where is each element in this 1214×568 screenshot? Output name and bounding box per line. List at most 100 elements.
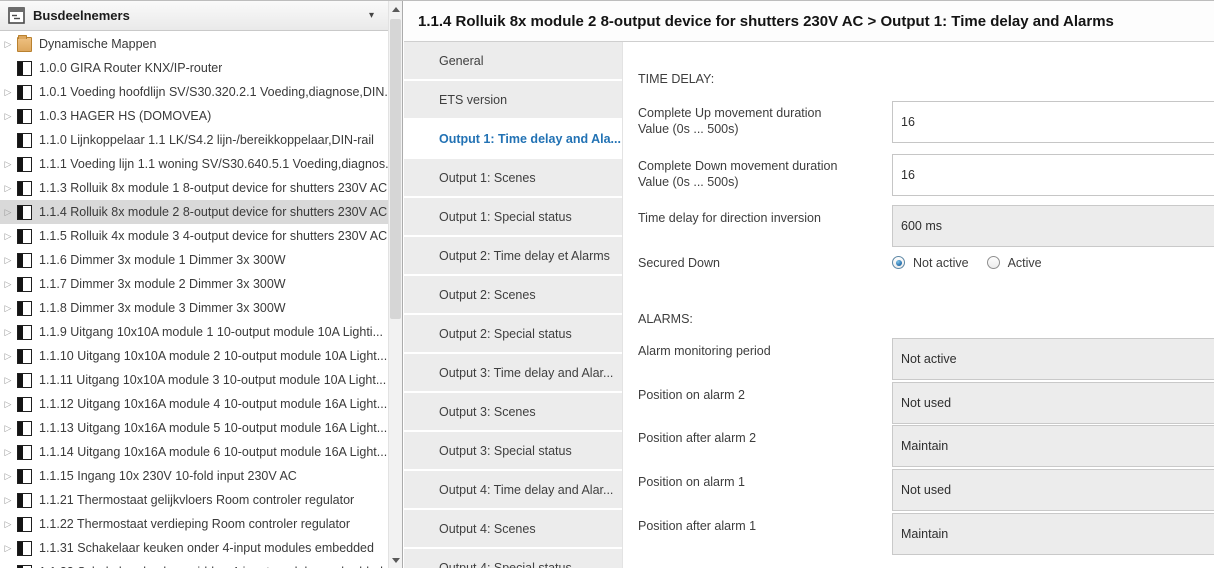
tab-label: Output 1: Scenes <box>439 171 536 185</box>
radio-active[interactable]: Active <box>987 256 1042 270</box>
tree-item-label: 1.1.6 Dimmer 3x module 1 Dimmer 3x 300W <box>39 253 286 267</box>
tree-item[interactable]: ▷ 1.1.9 Uitgang 10x10A module 1 10-outpu… <box>0 320 388 344</box>
device-tree: ▷ Dynamische Mappen ▷ 1.0.0 GIRA Router … <box>0 32 388 568</box>
tree-item-label: 1.1.8 Dimmer 3x module 3 Dimmer 3x 300W <box>39 301 286 315</box>
expand-arrow-icon[interactable]: ▷ <box>0 303 16 314</box>
tab[interactable]: Output 4: Special status <box>404 549 622 568</box>
tree-item[interactable]: ▷ 1.1.1 Voeding lijn 1.1 woning SV/S30.6… <box>0 152 388 176</box>
scroll-down-icon[interactable] <box>389 553 402 567</box>
tab[interactable]: Output 3: Time delay and Alar... <box>404 354 622 391</box>
devices-panel: Busdeelnemers ▾ ▷ Dynamische Mappen ▷ 1.… <box>0 1 403 568</box>
radio-not-active[interactable]: Not active <box>892 256 969 270</box>
tab-label: Output 1: Special status <box>439 210 572 224</box>
tree-item[interactable]: ▷ 1.1.6 Dimmer 3x module 1 Dimmer 3x 300… <box>0 248 388 272</box>
expand-arrow-icon[interactable]: ▷ <box>0 399 16 410</box>
tab[interactable]: Output 2: Scenes <box>404 276 622 313</box>
expand-arrow-icon[interactable]: ▷ <box>0 231 16 242</box>
tree-item[interactable]: ▷ 1.1.0 Lijnkoppelaar 1.1 LK/S4.2 lijn-/… <box>0 128 388 152</box>
expand-arrow-icon[interactable]: ▷ <box>0 207 16 218</box>
param-position-after-alarm-2: Position after alarm 2 Maintain <box>638 425 1214 467</box>
alarm-monitoring-dropdown[interactable]: Not active <box>892 338 1214 380</box>
tree-item[interactable]: ▷ 1.0.1 Voeding hoofdlijn SV/S30.320.2.1… <box>0 80 388 104</box>
position-after-alarm-1-dropdown[interactable]: Maintain <box>892 513 1214 555</box>
device-icon <box>17 205 32 220</box>
expand-arrow-icon[interactable]: ▷ <box>0 87 16 98</box>
dropdown-value: Not used <box>901 396 951 410</box>
scrollbar-thumb[interactable] <box>390 19 401 319</box>
tab[interactable]: General <box>404 42 622 79</box>
expand-arrow-icon[interactable]: ▷ <box>0 183 16 194</box>
tab[interactable]: Output 2: Special status <box>404 315 622 352</box>
position-on-alarm-1-dropdown[interactable]: Not used <box>892 469 1214 511</box>
expand-arrow-icon[interactable]: ▷ <box>0 39 16 50</box>
tab[interactable]: ETS version <box>404 81 622 118</box>
sidebar-scrollbar[interactable] <box>388 1 402 568</box>
tree-item[interactable]: ▷ 1.1.12 Uitgang 10x16A module 4 10-outp… <box>0 392 388 416</box>
tree-item[interactable]: ▷ 1.1.8 Dimmer 3x module 3 Dimmer 3x 300… <box>0 296 388 320</box>
tree-item[interactable]: ▷ Dynamische Mappen <box>0 32 388 56</box>
tab[interactable]: Output 4: Scenes <box>404 510 622 547</box>
tree-item[interactable]: ▷ 1.0.3 HAGER HS (DOMOVEA) <box>0 104 388 128</box>
position-on-alarm-2-dropdown[interactable]: Not used <box>892 382 1214 424</box>
tab[interactable]: Output 4: Time delay and Alar... <box>404 471 622 508</box>
position-after-alarm-2-dropdown[interactable]: Maintain <box>892 425 1214 467</box>
expand-arrow-icon[interactable]: ▷ <box>0 159 16 170</box>
tree-item[interactable]: ▷ 1.1.14 Uitgang 10x16A module 6 10-outp… <box>0 440 388 464</box>
tab[interactable]: Output 1: Time delay and Ala... <box>404 120 622 157</box>
tree-item[interactable]: ▷ 1.1.32 Schakelaar keuken midden 4-inpu… <box>0 560 388 568</box>
tree-item[interactable]: ▷ 1.1.3 Rolluik 8x module 1 8-output dev… <box>0 176 388 200</box>
expand-arrow-icon[interactable]: ▷ <box>0 495 16 506</box>
parameter-area: 1.1.4 Rolluik 8x module 2 8-output devic… <box>404 1 1214 568</box>
tab[interactable]: Output 1: Special status <box>404 198 622 235</box>
complete-up-spinner[interactable] <box>892 101 1214 143</box>
tree-item[interactable]: ▷ 1.1.7 Dimmer 3x module 2 Dimmer 3x 300… <box>0 272 388 296</box>
expand-arrow-icon[interactable]: ▷ <box>0 327 16 338</box>
tree-item-label: 1.1.7 Dimmer 3x module 2 Dimmer 3x 300W <box>39 277 286 291</box>
tree-item[interactable]: ▷ 1.1.21 Thermostaat gelijkvloers Room c… <box>0 488 388 512</box>
device-icon <box>17 541 32 556</box>
tab[interactable]: Output 3: Special status <box>404 432 622 469</box>
expand-arrow-icon[interactable]: ▷ <box>0 447 16 458</box>
complete-up-input[interactable] <box>893 102 1214 142</box>
expand-arrow-icon[interactable]: ▷ <box>0 111 16 122</box>
tree-item-label: 1.1.14 Uitgang 10x16A module 6 10-output… <box>39 445 387 459</box>
tree-item[interactable]: ▷ 1.1.5 Rolluik 4x module 3 4-output dev… <box>0 224 388 248</box>
direction-inversion-dropdown[interactable]: 600 ms <box>892 205 1214 247</box>
expand-arrow-icon[interactable]: ▷ <box>0 375 16 386</box>
tree-item-label: 1.0.0 GIRA Router KNX/IP-router <box>39 61 222 75</box>
param-label: Alarm monitoring period <box>638 343 874 359</box>
expand-arrow-icon[interactable]: ▷ <box>0 519 16 530</box>
device-icon <box>17 229 32 244</box>
expand-arrow-icon[interactable]: ▷ <box>0 279 16 290</box>
param-label: Complete Down movement duration <box>638 158 874 174</box>
scroll-up-icon[interactable] <box>389 3 402 17</box>
param-label: Position on alarm 2 <box>638 387 874 403</box>
complete-down-spinner[interactable] <box>892 154 1214 196</box>
tree-item[interactable]: ▷ 1.0.0 GIRA Router KNX/IP-router <box>0 56 388 80</box>
tree-item[interactable]: ▷ 1.1.31 Schakelaar keuken onder 4-input… <box>0 536 388 560</box>
tree-item[interactable]: ▷ 1.1.13 Uitgang 10x16A module 5 10-outp… <box>0 416 388 440</box>
chevron-down-icon[interactable]: ▾ <box>363 8 380 23</box>
expand-arrow-icon[interactable]: ▷ <box>0 543 16 554</box>
tree-item[interactable]: ▷ 1.1.11 Uitgang 10x10A module 3 10-outp… <box>0 368 388 392</box>
param-label: Position after alarm 1 <box>638 518 874 534</box>
device-icon <box>17 181 32 196</box>
expand-arrow-icon[interactable]: ▷ <box>0 423 16 434</box>
tab[interactable]: Output 3: Scenes <box>404 393 622 430</box>
complete-down-input[interactable] <box>893 155 1214 195</box>
expand-arrow-icon[interactable]: ▷ <box>0 471 16 482</box>
tab[interactable]: Output 1: Scenes <box>404 159 622 196</box>
param-label: Complete Up movement duration <box>638 105 874 121</box>
tab[interactable]: Output 2: Time delay et Alarms <box>404 237 622 274</box>
param-complete-up: Complete Up movement duration Value (0s … <box>638 101 1214 143</box>
tree-item[interactable]: ▷ 1.1.22 Thermostaat verdieping Room con… <box>0 512 388 536</box>
tree-item[interactable]: ▷ 1.1.10 Uitgang 10x10A module 2 10-outp… <box>0 344 388 368</box>
tab-label: Output 3: Scenes <box>439 405 536 419</box>
tab-label: General <box>439 54 483 68</box>
expand-arrow-icon[interactable]: ▷ <box>0 255 16 266</box>
expand-arrow-icon[interactable]: ▷ <box>0 351 16 362</box>
tree-item[interactable]: ▷ 1.1.4 Rolluik 8x module 2 8-output dev… <box>0 200 388 224</box>
device-icon <box>17 85 32 100</box>
tree-item[interactable]: ▷ 1.1.15 Ingang 10x 230V 10-fold input 2… <box>0 464 388 488</box>
param-direction-inversion: Time delay for direction inversion 600 m… <box>638 205 1214 247</box>
